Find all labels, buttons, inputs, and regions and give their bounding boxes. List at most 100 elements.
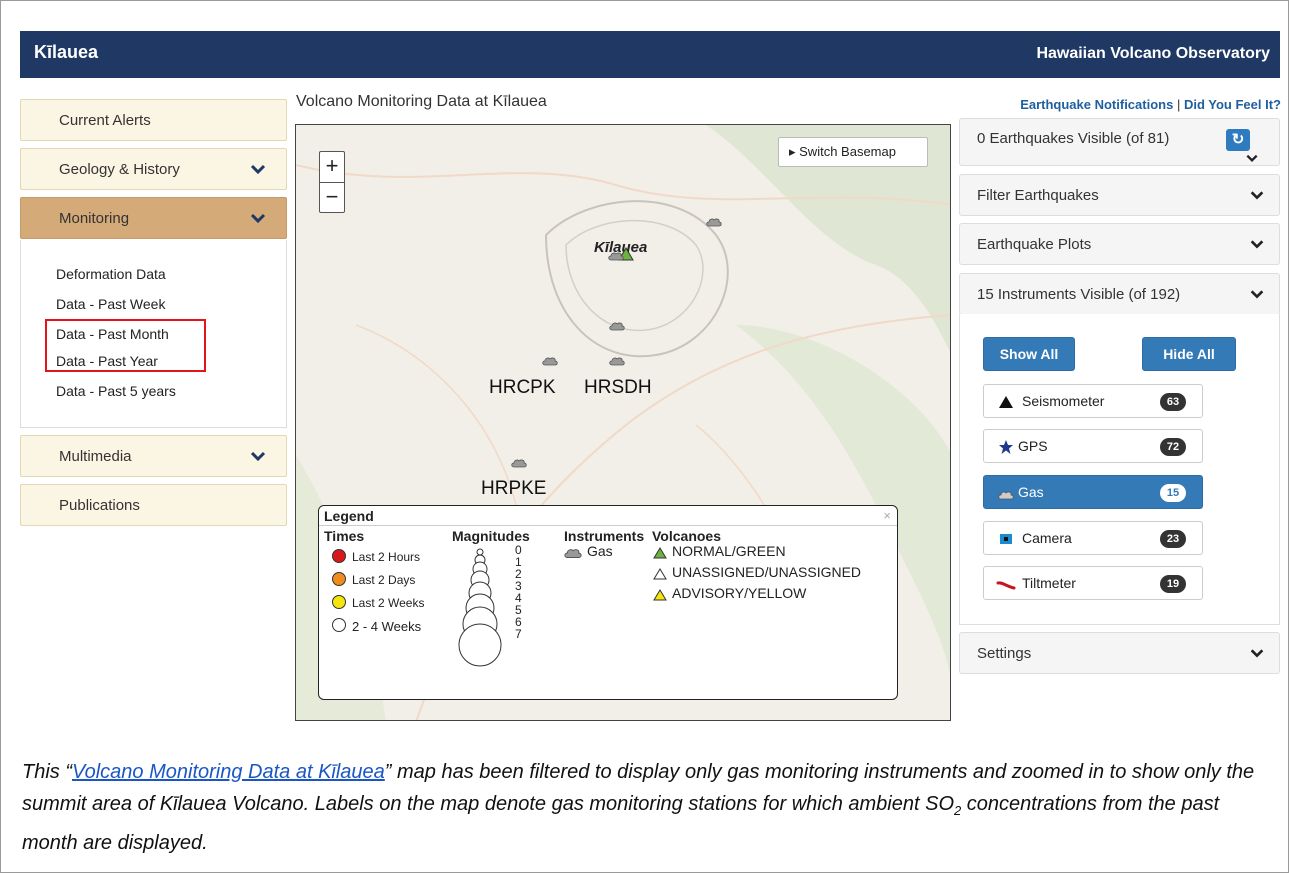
gas-station-icon[interactable]	[609, 356, 625, 366]
time-dot-icon	[332, 549, 346, 563]
earthquakes-visible-label: 0 Earthquakes Visible (of 81)	[977, 130, 1170, 147]
link-data-past-5-years[interactable]: Data - Past 5 years	[56, 383, 176, 399]
gas-station-icon[interactable]	[706, 217, 722, 227]
instrument-label: Tiltmeter	[1022, 575, 1076, 591]
gas-cloud-icon	[564, 549, 582, 558]
earthquakes-visible-panel[interactable]: 0 Earthquakes Visible (of 81) ↻	[959, 118, 1280, 166]
instruments-list: Show All Hide All Seismometer 63 GPS 72 …	[959, 314, 1280, 625]
gas-station-icon[interactable]	[511, 458, 527, 468]
chevron-down-icon	[1250, 290, 1264, 299]
zoom-control: + −	[319, 151, 345, 213]
chevron-down-icon	[1250, 240, 1264, 249]
hide-all-button[interactable]: Hide All	[1142, 337, 1236, 371]
filter-earthquakes-label: Filter Earthquakes	[977, 187, 1099, 204]
sidebar-item-label: Multimedia	[59, 448, 132, 465]
station-label-hrcpk: HRCPK	[489, 377, 556, 398]
switch-basemap-button[interactable]: ▸ Switch Basemap	[778, 137, 928, 167]
station-label-hrpke: HRPKE	[481, 478, 547, 499]
instrument-toggle-gas[interactable]: Gas 15	[983, 475, 1203, 509]
caption-link[interactable]: Volcano Monitoring Data at Kīlauea	[72, 761, 385, 783]
gas-station-icon[interactable]	[609, 321, 625, 331]
legend-volcano-item: UNASSIGNED/UNASSIGNED	[672, 564, 862, 580]
gas-station-icon[interactable]	[608, 251, 624, 261]
legend-times-header: Times	[324, 528, 365, 544]
sidebar-item-label: Current Alerts	[59, 112, 151, 129]
chevron-down-icon	[250, 164, 266, 175]
earthquake-plots-label: Earthquake Plots	[977, 236, 1092, 253]
settings-panel[interactable]: Settings	[959, 632, 1280, 674]
star-icon	[999, 440, 1013, 454]
filter-earthquakes-panel[interactable]: Filter Earthquakes	[959, 174, 1280, 216]
station-label-hrsdh: HRSDH	[584, 377, 652, 398]
legend-time-item: Last 2 Weeks	[352, 596, 425, 610]
legend-title: Legend	[324, 508, 374, 524]
header-bar: Kīlauea Hawaiian Volcano Observatory	[20, 31, 1280, 78]
cloud-icon	[998, 491, 1014, 500]
tiltmeter-icon	[996, 581, 1016, 590]
legend-time-item: 2 - 4 Weeks	[352, 619, 422, 634]
legend-volcano-item: ADVISORY/YELLOW	[672, 585, 807, 601]
highlight-box	[45, 319, 206, 372]
gas-station-icon[interactable]	[542, 356, 558, 366]
triangle-green-icon	[653, 547, 667, 559]
map-view[interactable]: + − ▸ Switch Basemap Kīlauea HRCPK HRSDH…	[295, 124, 951, 721]
zoom-out-button[interactable]: −	[320, 182, 344, 212]
time-dot-icon	[332, 618, 346, 632]
settings-label: Settings	[977, 645, 1032, 662]
instrument-toggle-gps[interactable]: GPS 72	[983, 429, 1203, 463]
sidebar-item-label: Geology & History	[59, 161, 180, 178]
instrument-toggle-tiltmeter[interactable]: Tiltmeter 19	[983, 566, 1203, 600]
show-all-button[interactable]: Show All	[983, 337, 1075, 371]
legend-volcanoes-header: Volcanoes	[652, 528, 721, 544]
instruments-visible-panel[interactable]: 15 Instruments Visible (of 192)	[959, 273, 1280, 315]
instrument-label: GPS	[1018, 438, 1048, 454]
zoom-in-button[interactable]: +	[320, 152, 344, 182]
sidebar-item-label: Monitoring	[59, 210, 130, 227]
magnitude-label: 7	[515, 627, 522, 641]
instrument-toggle-camera[interactable]: Camera 23	[983, 521, 1203, 555]
camera-icon	[1000, 534, 1012, 544]
observatory-name[interactable]: Hawaiian Volcano Observatory	[1036, 45, 1270, 63]
earthquake-plots-panel[interactable]: Earthquake Plots	[959, 223, 1280, 265]
chevron-down-icon	[250, 213, 266, 224]
sidebar-item-publications[interactable]: Publications	[20, 484, 287, 526]
link-data-past-week[interactable]: Data - Past Week	[56, 296, 165, 312]
legend-time-item: Last 2 Hours	[352, 550, 421, 564]
chevron-down-icon	[250, 451, 266, 462]
map-title: Volcano Monitoring Data at Kīlauea	[296, 93, 547, 110]
link-deformation-data[interactable]: Deformation Data	[56, 266, 166, 282]
instruments-visible-label: 15 Instruments Visible (of 192)	[977, 286, 1181, 303]
instrument-toggle-seismometer[interactable]: Seismometer 63	[983, 384, 1203, 418]
figure-caption: This “Volcano Monitoring Data at Kīlauea…	[22, 756, 1272, 859]
chevron-down-icon	[1250, 649, 1264, 658]
time-dot-icon	[332, 595, 346, 609]
sidebar-item-current-alerts[interactable]: Current Alerts	[20, 99, 287, 141]
legend-instrument-gas: Gas	[587, 543, 613, 559]
sidebar-item-geology-history[interactable]: Geology & History	[20, 148, 287, 190]
chevron-down-icon	[1246, 154, 1258, 162]
refresh-icon[interactable]: ↻	[1226, 129, 1250, 151]
legend-divider	[319, 525, 897, 526]
legend-volcano-item: NORMAL/GREEN	[672, 543, 786, 559]
instrument-count-badge: 72	[1160, 438, 1186, 456]
instrument-count-badge: 19	[1160, 575, 1186, 593]
instrument-count-badge: 63	[1160, 393, 1186, 411]
instrument-label: Camera	[1022, 530, 1072, 546]
earthquake-notifications-link[interactable]: Earthquake Notifications	[1020, 97, 1173, 112]
triangle-unassigned-icon	[653, 568, 667, 580]
legend-magnitudes-header: Magnitudes	[452, 528, 530, 544]
map-legend: Legend × Times Last 2 Hours Last 2 Days …	[318, 505, 898, 700]
instrument-label: Gas	[1018, 484, 1044, 500]
links-separator: |	[1176, 97, 1181, 112]
chevron-down-icon	[1250, 191, 1264, 200]
triangle-icon	[999, 396, 1013, 408]
volcano-title: Kīlauea	[34, 42, 99, 62]
legend-close-icon[interactable]: ×	[883, 508, 891, 523]
triangle-yellow-icon	[653, 589, 667, 601]
sidebar-item-monitoring[interactable]: Monitoring	[20, 197, 287, 239]
sidebar-item-multimedia[interactable]: Multimedia	[20, 435, 287, 477]
instrument-count-badge: 23	[1160, 530, 1186, 548]
did-you-feel-it-link[interactable]: Did You Feel It?	[1184, 97, 1281, 112]
time-dot-icon	[332, 572, 346, 586]
legend-time-item: Last 2 Days	[352, 573, 416, 587]
